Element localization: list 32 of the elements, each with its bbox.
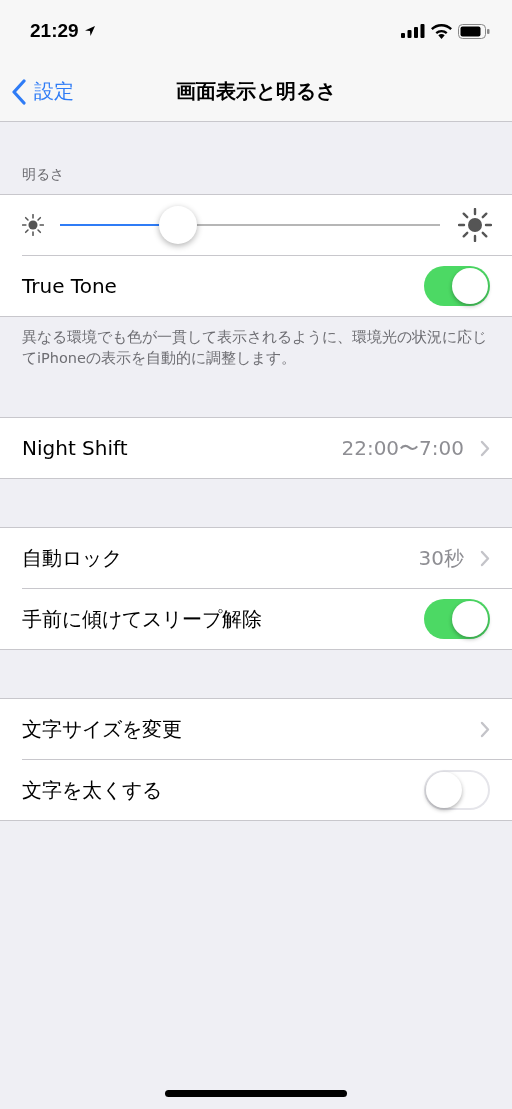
status-time: 21:29 <box>30 20 79 42</box>
signal-icon <box>401 24 425 38</box>
chevron-right-icon <box>480 549 490 567</box>
nav-title: 画面表示と明るさ <box>175 78 337 105</box>
back-button[interactable]: 設定 <box>0 78 74 105</box>
row-label: 文字サイズを変更 <box>22 715 182 743</box>
wifi-icon <box>431 23 452 39</box>
toggle-switch[interactable] <box>424 599 490 639</box>
row-label: 文字を太くする <box>22 776 162 804</box>
location-arrow-icon <box>83 25 96 37</box>
battery-icon <box>458 23 490 39</box>
row-label: True Tone <box>22 274 117 298</box>
settings-row[interactable]: 文字サイズを変更 <box>22 699 512 759</box>
row-label: Night Shift <box>22 436 128 460</box>
toggle-switch[interactable] <box>424 266 490 306</box>
settings-row[interactable]: Night Shift 22:00〜7:00 <box>22 418 512 478</box>
home-indicator[interactable] <box>165 1090 347 1097</box>
small-sun-icon <box>22 214 44 236</box>
row-label: 自動ロック <box>22 544 122 572</box>
chevron-right-icon <box>480 439 490 457</box>
row-value: 30秒 <box>418 544 464 572</box>
row-label: 手前に傾けてスリープ解除 <box>22 605 262 633</box>
settings-row[interactable]: 自動ロック 30秒 <box>22 528 512 588</box>
section-footer: 異なる環境でも色が一貫して表示されるように、環境光の状況に応じてiPhoneの表示を自動的に調整します。 <box>0 317 512 369</box>
row-value: 22:00〜7:00 <box>341 434 464 462</box>
brightness-slider[interactable] <box>60 205 440 245</box>
chevron-right-icon <box>480 720 490 738</box>
slider-thumb[interactable] <box>159 206 198 244</box>
large-sun-icon <box>458 208 492 242</box>
section-header: 明るさ <box>21 165 65 184</box>
toggle-switch[interactable] <box>424 770 490 810</box>
back-chevron-icon <box>12 78 26 105</box>
